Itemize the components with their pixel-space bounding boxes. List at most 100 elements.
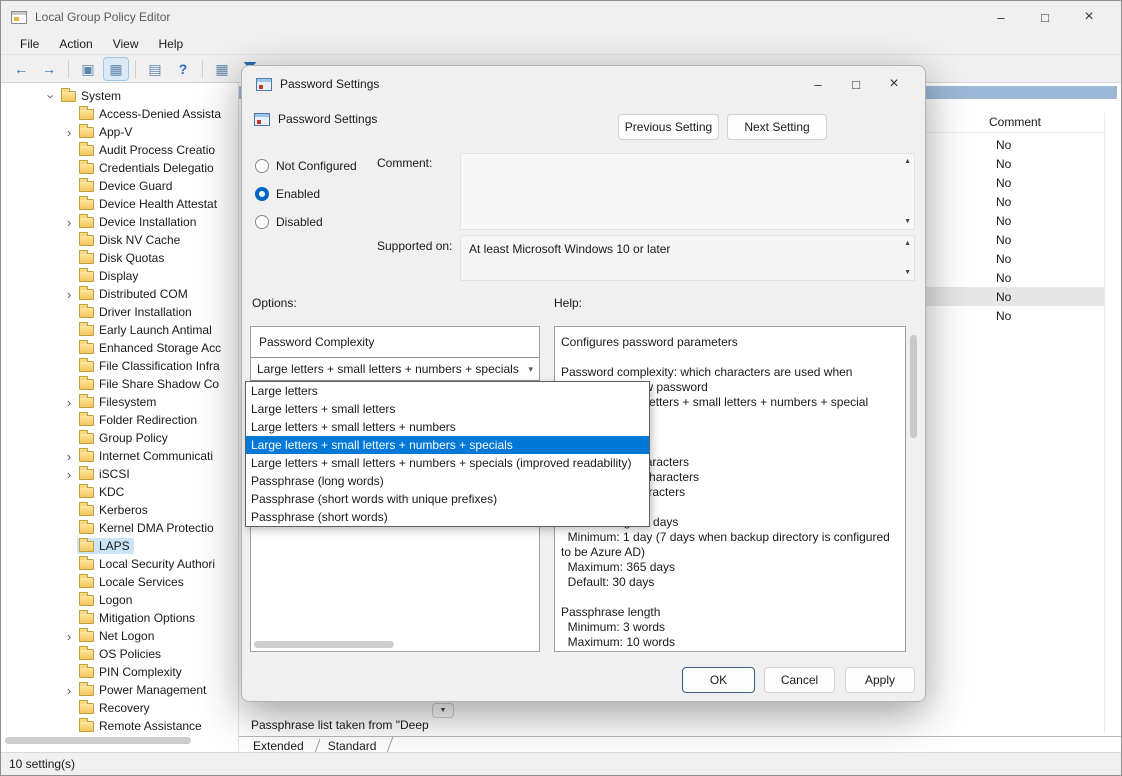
chevron-right-icon[interactable]: › (61, 216, 77, 229)
table-row[interactable]: No (926, 249, 1104, 268)
tab-extended[interactable]: Extended (245, 737, 320, 752)
previous-setting-button[interactable]: Previous Setting (618, 114, 719, 140)
tree-item-system[interactable]: › System (1, 87, 238, 105)
tree-item-early-launch-antimal[interactable]: Early Launch Antimal (1, 321, 238, 339)
scroll-up-icon[interactable]: ▲ (904, 240, 911, 247)
chevron-right-icon[interactable]: › (61, 468, 77, 481)
forward-icon[interactable]: → (37, 58, 61, 80)
chevron-right-icon[interactable]: › (61, 396, 77, 409)
tree-item-driver-installation[interactable]: Driver Installation (1, 303, 238, 321)
tree-item-device-installation[interactable]: ›Device Installation (1, 213, 238, 231)
scrollbar-thumb[interactable] (910, 335, 917, 438)
chevron-right-icon[interactable]: › (61, 630, 77, 643)
tree-item-kdc[interactable]: KDC (1, 483, 238, 501)
dropdown-option[interactable]: Passphrase (long words) (246, 472, 649, 490)
table-row[interactable]: No (926, 211, 1104, 230)
tree-item-enhanced-storage-acc[interactable]: Enhanced Storage Acc (1, 339, 238, 357)
tree-item-kerberos[interactable]: Kerberos (1, 501, 238, 519)
options-horizontal-scrollbar[interactable] (254, 641, 536, 648)
minimize-button[interactable]: – (979, 2, 1023, 32)
tree-horizontal-scrollbar[interactable] (5, 737, 191, 744)
table-row[interactable]: No (926, 230, 1104, 249)
tab-standard[interactable]: Standard (320, 737, 393, 752)
chevron-right-icon[interactable]: › (61, 126, 77, 139)
tree-item-iscsi[interactable]: ›iSCSI (1, 465, 238, 483)
radio-not-configured[interactable]: Not Configured (255, 158, 357, 174)
tree-item-audit-process-creatio[interactable]: Audit Process Creatio (1, 141, 238, 159)
tree-item-disk-quotas[interactable]: Disk Quotas (1, 249, 238, 267)
back-icon[interactable]: ← (9, 58, 33, 80)
tree-item-disk-nv-cache[interactable]: Disk NV Cache (1, 231, 238, 249)
scrollbar-thumb[interactable] (254, 641, 394, 648)
tree-item-filesystem[interactable]: ›Filesystem (1, 393, 238, 411)
chevron-right-icon[interactable]: › (61, 684, 77, 697)
tree-item-file-share-shadow-co[interactable]: File Share Shadow Co (1, 375, 238, 393)
export-list-icon[interactable]: ▤ (143, 58, 167, 80)
dropdown-option[interactable]: Passphrase (short words) (246, 508, 649, 526)
tree-item-local-security-authori[interactable]: Local Security Authori (1, 555, 238, 573)
tree-item-pin-complexity[interactable]: PIN Complexity (1, 663, 238, 681)
comment-column-header[interactable]: Comment (926, 111, 1104, 133)
table-row[interactable]: No (926, 306, 1104, 325)
menu-action[interactable]: Action (50, 35, 101, 53)
tree-item-app-v[interactable]: ›App-V (1, 123, 238, 141)
dropdown-option[interactable]: Large letters (246, 382, 649, 400)
dropdown-option[interactable]: Large letters + small letters + numbers … (246, 436, 649, 454)
dropdown-option[interactable]: Passphrase (short words with unique pref… (246, 490, 649, 508)
menu-view[interactable]: View (104, 35, 148, 53)
table-row[interactable]: No (926, 192, 1104, 211)
password-complexity-combobox[interactable]: Large letters + small letters + numbers … (251, 357, 539, 381)
tree-item-display[interactable]: Display (1, 267, 238, 285)
dialog-close-button[interactable]: × (875, 70, 913, 98)
table-row[interactable]: No (926, 154, 1104, 173)
close-button[interactable]: × (1067, 2, 1111, 32)
tree-item-logon[interactable]: Logon (1, 591, 238, 609)
radio-enabled[interactable]: Enabled (255, 186, 357, 202)
help-vertical-scrollbar[interactable] (908, 330, 919, 648)
scroll-down-button[interactable]: ▼ (432, 703, 454, 718)
tree-item-laps[interactable]: LAPS (1, 537, 238, 555)
cancel-button[interactable]: Cancel (764, 667, 835, 693)
window-icon[interactable]: ▣ (76, 58, 100, 80)
comment-input[interactable]: ▲ ▼ (460, 153, 915, 230)
table-row[interactable]: No (926, 173, 1104, 192)
table-row[interactable]: No (926, 268, 1104, 287)
tree-item-kernel-dma-protectio[interactable]: Kernel DMA Protectio (1, 519, 238, 537)
ok-button[interactable]: OK (682, 667, 755, 693)
console-tree-icon[interactable]: ▦ (104, 58, 128, 80)
tree-item-locale-services[interactable]: Locale Services (1, 573, 238, 591)
tree-item-file-classification-infra[interactable]: File Classification Infra (1, 357, 238, 375)
tree-item-device-health-attestat[interactable]: Device Health Attestat (1, 195, 238, 213)
tree-item-folder-redirection[interactable]: Folder Redirection (1, 411, 238, 429)
tree-item-group-policy[interactable]: Group Policy (1, 429, 238, 447)
dropdown-option[interactable]: Large letters + small letters + numbers … (246, 454, 649, 472)
scroll-down-icon[interactable]: ▼ (904, 269, 911, 276)
next-setting-button[interactable]: Next Setting (727, 114, 827, 140)
radio-disabled[interactable]: Disabled (255, 214, 357, 230)
dialog-maximize-button[interactable]: □ (837, 70, 875, 98)
tree-item-access-denied-assista[interactable]: Access-Denied Assista (1, 105, 238, 123)
tree-item-recovery[interactable]: Recovery (1, 699, 238, 717)
table-row[interactable]: No (926, 135, 1104, 154)
scroll-up-icon[interactable]: ▲ (904, 158, 911, 165)
help-icon[interactable]: ? (171, 58, 195, 80)
chevron-down-icon[interactable]: › (45, 88, 58, 104)
chevron-right-icon[interactable]: › (61, 450, 77, 463)
table-row[interactable]: No (926, 287, 1104, 306)
dropdown-option[interactable]: Large letters + small letters (246, 400, 649, 418)
tree-item-power-management[interactable]: ›Power Management (1, 681, 238, 699)
tree-item-net-logon[interactable]: ›Net Logon (1, 627, 238, 645)
tree-item-distributed-com[interactable]: ›Distributed COM (1, 285, 238, 303)
tree-item-internet-communicati[interactable]: ›Internet Communicati (1, 447, 238, 465)
scroll-down-icon[interactable]: ▼ (904, 218, 911, 225)
chevron-right-icon[interactable]: › (61, 288, 77, 301)
tree-item-device-guard[interactable]: Device Guard (1, 177, 238, 195)
dropdown-option[interactable]: Large letters + small letters + numbers (246, 418, 649, 436)
table-icon[interactable]: ▦ (210, 58, 234, 80)
tree-item-os-policies[interactable]: OS Policies (1, 645, 238, 663)
tree-item-remote-assistance[interactable]: Remote Assistance (1, 717, 238, 735)
apply-button[interactable]: Apply (845, 667, 915, 693)
tree-item-credentials-delegatio[interactable]: Credentials Delegatio (1, 159, 238, 177)
dialog-minimize-button[interactable]: – (799, 70, 837, 98)
menu-file[interactable]: File (11, 35, 48, 53)
